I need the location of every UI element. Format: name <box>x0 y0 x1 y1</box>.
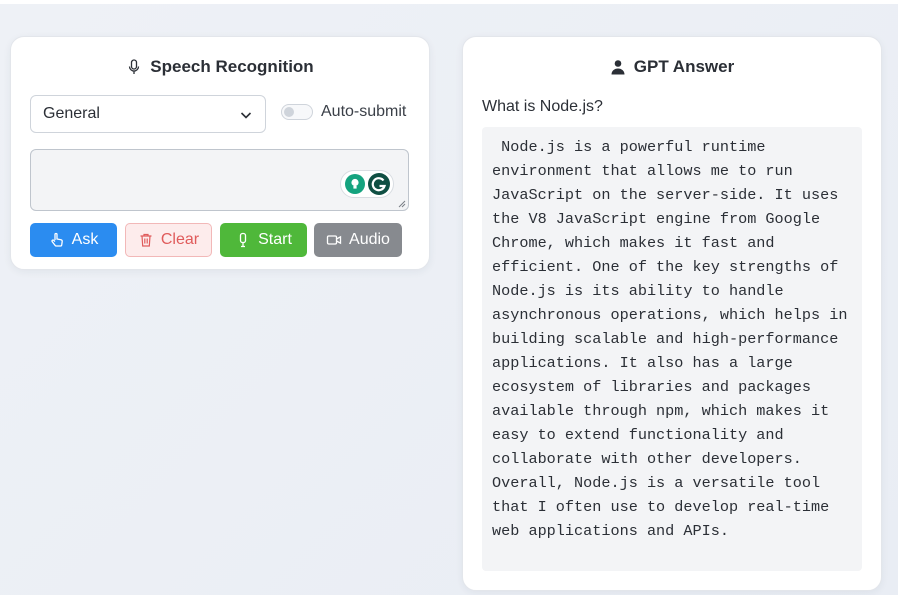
video-camera-icon <box>326 235 342 245</box>
trash-icon <box>140 233 152 247</box>
grammarly-widget[interactable] <box>340 170 394 198</box>
microphone-icon <box>129 59 140 74</box>
speech-recognition-panel: Speech Recognition General Auto-submit A… <box>10 36 430 270</box>
gpt-answer-panel: GPT Answer What is Node.js? Node.js is a… <box>462 36 882 591</box>
gpt-panel-title: GPT Answer <box>633 57 735 76</box>
hand-pointer-icon <box>51 232 63 247</box>
clear-button[interactable]: Clear <box>125 223 212 257</box>
mode-select[interactable]: General <box>30 95 266 133</box>
user-icon <box>611 60 625 75</box>
microphone-icon <box>239 232 247 248</box>
speech-panel-title: Speech Recognition <box>150 57 314 76</box>
chevron-down-icon <box>240 112 252 119</box>
auto-submit-label: Auto-submit <box>321 103 407 120</box>
gpt-panel-header: GPT Answer <box>463 57 881 77</box>
grammarly-icon[interactable] <box>367 173 390 195</box>
start-button-label: Start <box>258 231 292 248</box>
transcript-textarea[interactable] <box>30 149 409 211</box>
auto-submit-toggle[interactable] <box>281 104 313 120</box>
lightbulb-icon[interactable] <box>344 174 365 194</box>
question-text: What is Node.js? <box>482 98 603 115</box>
ask-button-label: Ask <box>71 231 99 248</box>
ask-button[interactable]: Ask <box>30 223 117 257</box>
page-background: Speech Recognition General Auto-submit A… <box>0 4 898 595</box>
start-button[interactable]: Start <box>220 223 307 257</box>
clear-button-label: Clear <box>160 231 200 248</box>
resize-handle-icon[interactable] <box>398 200 406 208</box>
audio-button[interactable]: Audio <box>314 223 402 257</box>
mode-select-value: General <box>43 105 100 122</box>
auto-submit-control: Auto-submit <box>281 103 406 121</box>
speech-panel-header: Speech Recognition <box>11 57 429 77</box>
answer-text: Node.js is a powerful runtime environmen… <box>482 127 862 571</box>
audio-button-label: Audio <box>349 231 390 248</box>
